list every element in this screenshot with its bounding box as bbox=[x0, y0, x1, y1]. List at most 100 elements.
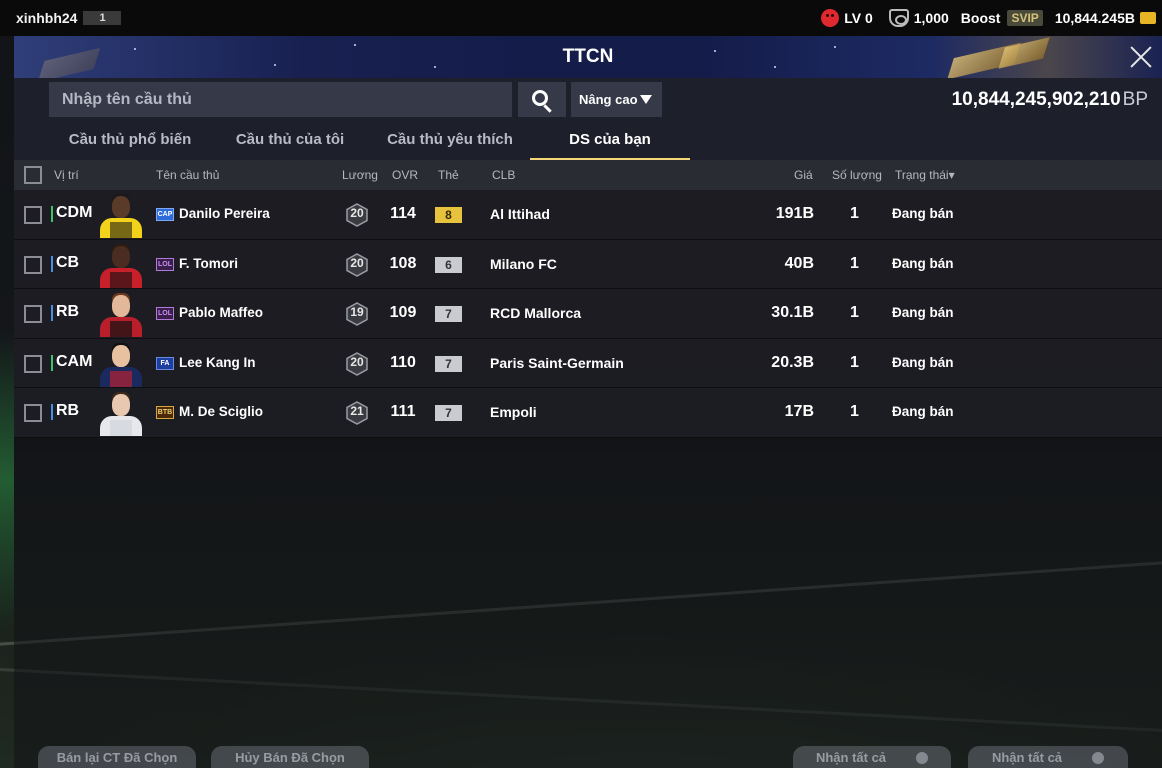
player-name[interactable]: M. De Sciglio bbox=[179, 404, 263, 419]
player-quantity: 1 bbox=[850, 304, 859, 322]
player-name[interactable]: Danilo Pereira bbox=[179, 206, 270, 221]
wage-badge: 21 bbox=[345, 401, 369, 426]
player-ovr: 110 bbox=[390, 353, 416, 371]
player-price: 20.3B bbox=[771, 353, 814, 371]
header-quantity[interactable]: Số lượng bbox=[832, 160, 882, 190]
table-row[interactable]: RB BTB M. De Sciglio 21 111 7 Empoli 17B… bbox=[14, 388, 1162, 438]
player-name[interactable]: Lee Kang In bbox=[179, 355, 256, 370]
header-price[interactable]: Giá bbox=[794, 160, 813, 190]
username: xinhbh24 bbox=[16, 10, 78, 26]
advanced-filter-label: Nâng cao bbox=[579, 92, 638, 107]
header-ovr[interactable]: OVR bbox=[392, 160, 418, 190]
player-name[interactable]: Pablo Maffeo bbox=[179, 305, 263, 320]
search-input[interactable] bbox=[49, 82, 512, 117]
grade-badge: 6 bbox=[435, 256, 462, 273]
shirt-icon bbox=[916, 752, 929, 764]
table-header: Vị trí Tên cầu thủ Lương OVR Thẻ CLB Giá… bbox=[14, 160, 1162, 190]
row-checkbox[interactable] bbox=[24, 206, 42, 224]
player-name[interactable]: F. Tomori bbox=[179, 256, 238, 271]
row-checkbox[interactable] bbox=[24, 305, 42, 324]
boost-label: Boost bbox=[960, 10, 1001, 26]
player-price: 17B bbox=[784, 403, 814, 421]
header-state[interactable]: Trạng thái▾ bbox=[895, 160, 955, 190]
player-price: 40B bbox=[784, 254, 814, 272]
bp-short: 10,844.245B bbox=[1054, 10, 1135, 26]
player-position: CAM bbox=[51, 353, 92, 371]
player-position: CB bbox=[51, 254, 79, 272]
header-position[interactable]: Vị trí bbox=[54, 160, 79, 190]
receive-all-items-button[interactable]: Nhận tất cả bbox=[793, 746, 951, 768]
boost-indicator[interactable]: Boost SVIP bbox=[961, 10, 1043, 26]
row-checkbox[interactable] bbox=[24, 404, 42, 423]
status-bar: xinhbh24 1 LV 0 1,000 Boost SVIP 10,844.… bbox=[0, 0, 1162, 36]
bp-balance: 10,844,245,902,210 BP bbox=[952, 78, 1148, 122]
player-avatar bbox=[98, 341, 144, 387]
wage-badge: 19 bbox=[345, 302, 369, 327]
player-avatar bbox=[98, 291, 144, 338]
wage-badge: 20 bbox=[345, 203, 369, 227]
user-level-badge: 1 bbox=[83, 11, 122, 25]
player-quantity: 1 bbox=[850, 353, 859, 371]
listing-state: Đang bán bbox=[892, 404, 954, 420]
grade-badge: 7 bbox=[435, 405, 462, 422]
listing-state: Đang bán bbox=[892, 255, 954, 271]
player-club: Al Ittihad bbox=[490, 206, 550, 222]
resell-selected-button[interactable]: Bán lại CT Đã Chọn bbox=[38, 746, 196, 768]
player-position: CDM bbox=[51, 204, 92, 222]
currency-amount: 1,000 bbox=[913, 10, 949, 26]
cancel-selected-button[interactable]: Hủy Bán Đã Chọn bbox=[211, 746, 369, 768]
panel-title: TTCN bbox=[562, 46, 614, 67]
table-row[interactable]: RB LOL Pablo Maffeo 19 109 7 RCD Mallorc… bbox=[14, 289, 1162, 339]
tab-your-listings[interactable]: DS của bạn bbox=[530, 122, 690, 160]
player-price: 191B bbox=[775, 205, 814, 222]
season-badge: BTB bbox=[156, 406, 174, 420]
bp-unit: BP bbox=[1122, 89, 1148, 110]
bp-indicator[interactable]: 10,844.245B bbox=[1055, 10, 1156, 26]
player-club: RCD Mallorca bbox=[490, 305, 582, 322]
grade-badge: 7 bbox=[435, 306, 462, 323]
listing-state: Đang bán bbox=[892, 206, 954, 221]
grade-badge: 7 bbox=[435, 355, 462, 372]
listing-state: Đang bán bbox=[892, 305, 954, 321]
season-badge: CAP bbox=[156, 208, 174, 221]
grade-badge: 8 bbox=[435, 207, 462, 223]
tab-my-players[interactable]: Cầu thủ của tôi bbox=[210, 122, 370, 160]
side-glow bbox=[0, 330, 14, 630]
sad-face-icon bbox=[821, 9, 840, 27]
wage-badge: 20 bbox=[345, 351, 369, 376]
row-checkbox[interactable] bbox=[24, 354, 42, 373]
table-row[interactable]: CAM FA Lee Kang In 20 110 7 Paris Saint-… bbox=[14, 338, 1162, 389]
advanced-filter-dropdown[interactable]: Nâng cao bbox=[571, 82, 662, 117]
header-banner: TTCN bbox=[14, 36, 1162, 78]
player-avatar bbox=[98, 390, 144, 437]
table-row[interactable]: CB LOL F. Tomori 20 108 6 Milano FC 40B … bbox=[14, 239, 1162, 290]
select-all-checkbox[interactable] bbox=[24, 166, 42, 184]
row-checkbox[interactable] bbox=[24, 255, 42, 274]
tab-bar: Cầu thủ phổ biến Cầu thủ của tôi Cầu thủ… bbox=[14, 122, 1162, 160]
player-quantity: 1 bbox=[850, 254, 859, 272]
receive-all-bp-button[interactable]: Nhận tất cả bbox=[968, 746, 1128, 768]
currency-indicator[interactable]: 1,000 bbox=[888, 9, 949, 27]
player-avatar bbox=[98, 242, 144, 288]
table-row[interactable]: CDM CAP Danilo Pereira 20 114 8 Al Ittih… bbox=[14, 190, 1162, 240]
player-ovr: 111 bbox=[390, 403, 416, 421]
header-club[interactable]: CLB bbox=[492, 160, 515, 190]
season-badge: LOL bbox=[156, 307, 174, 321]
season-badge: FA bbox=[156, 356, 174, 370]
level-indicator[interactable]: LV 0 bbox=[821, 9, 873, 27]
header-wage[interactable]: Lương bbox=[342, 160, 378, 190]
player-quantity: 1 bbox=[850, 403, 859, 421]
header-grade[interactable]: Thẻ bbox=[438, 160, 459, 190]
tab-popular-players[interactable]: Cầu thủ phổ biến bbox=[50, 122, 210, 160]
receive-all-label: Nhận tất cả bbox=[815, 750, 887, 765]
player-quantity: 1 bbox=[850, 205, 859, 222]
search-button[interactable] bbox=[518, 82, 566, 117]
player-ovr: 108 bbox=[389, 254, 417, 272]
tab-favorite-players[interactable]: Cầu thủ yêu thích bbox=[370, 122, 530, 160]
bp-balance-value: 10,844,245,902,210 bbox=[951, 89, 1121, 110]
close-icon[interactable] bbox=[1126, 42, 1156, 72]
bp-coin-icon bbox=[1140, 12, 1156, 24]
header-name[interactable]: Tên cầu thủ bbox=[156, 160, 219, 190]
svip-badge: SVIP bbox=[1007, 10, 1043, 26]
player-club: Milano FC bbox=[490, 255, 557, 272]
